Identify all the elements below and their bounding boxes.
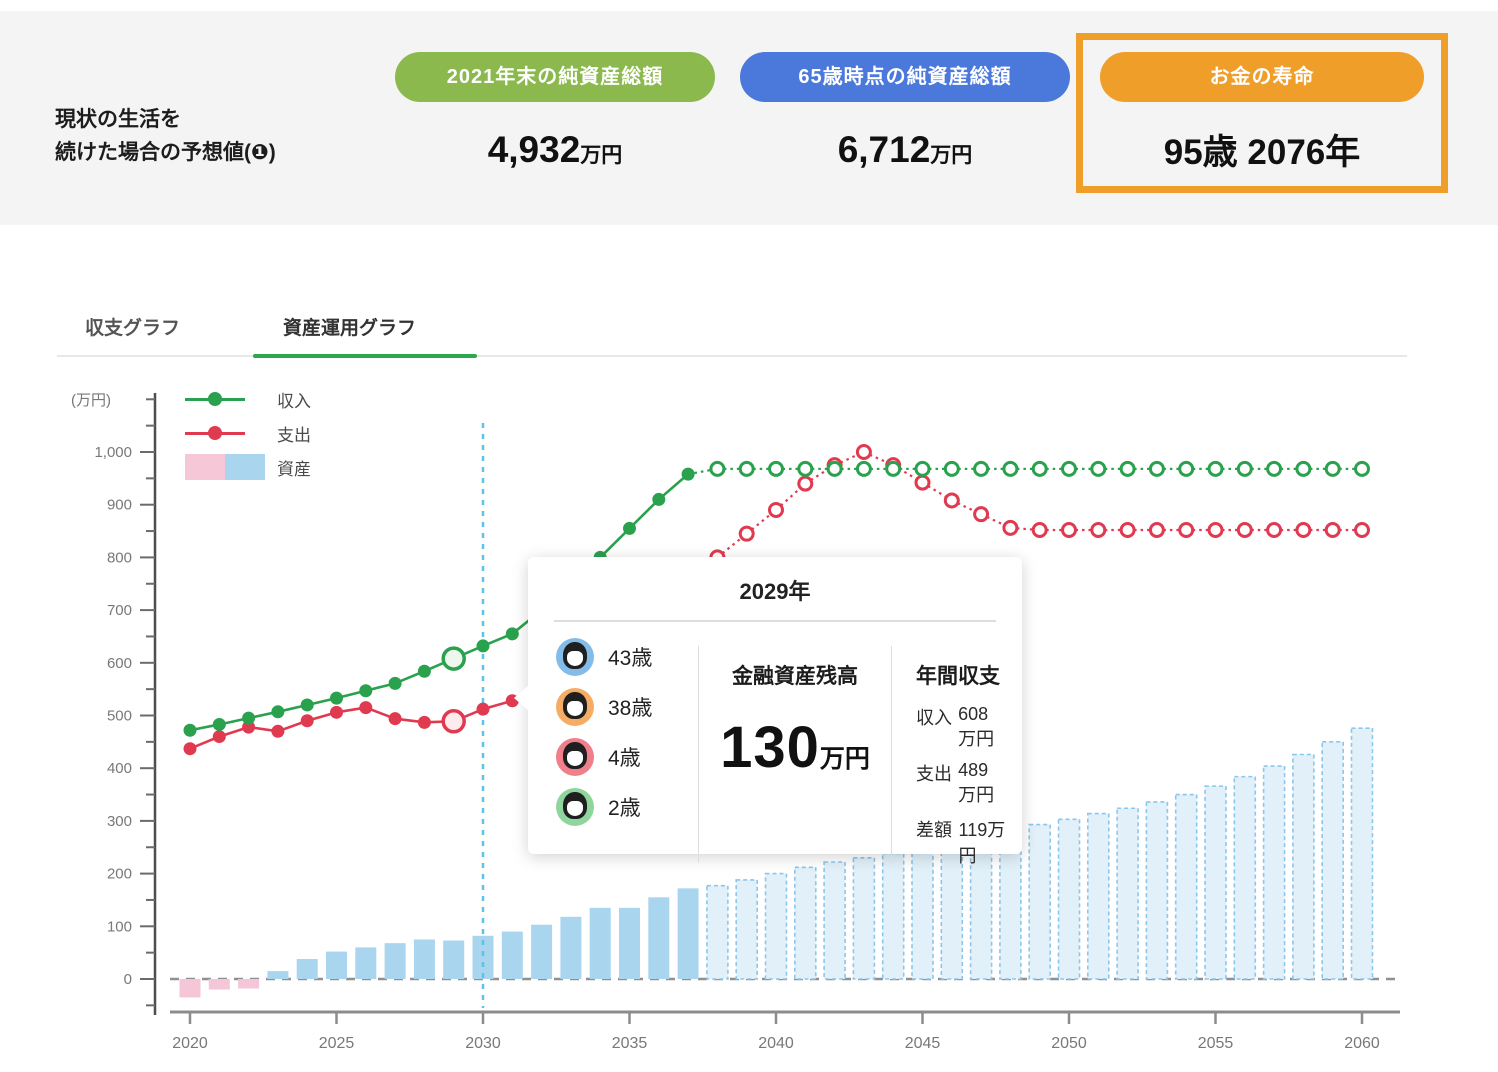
member-age: 2歳 — [608, 797, 641, 820]
svg-text:2035: 2035 — [612, 1035, 648, 1052]
svg-text:600: 600 — [107, 655, 132, 672]
financial-balance-panel: 金融資産残高 130万円 — [699, 638, 891, 877]
tooltip-year-title: 2029年 — [739, 579, 811, 604]
legend-income: 収入 — [185, 382, 311, 416]
legend-assets-label: 資産 — [277, 459, 311, 479]
svg-text:1,000: 1,000 — [94, 444, 132, 461]
asset-bar-swatch-icon — [185, 454, 265, 480]
legend-assets: 資産 — [185, 450, 311, 484]
balance-value: 130万円 — [699, 714, 891, 781]
svg-text:2040: 2040 — [758, 1035, 794, 1052]
tab-income-expense-graph[interactable]: 収支グラフ — [85, 313, 180, 340]
active-tab-underline — [253, 354, 477, 358]
money-lifespan-badge: お金の寿命 — [1100, 52, 1424, 102]
family-member-row: 43歳 — [556, 638, 698, 676]
annual-income-label: 収入 — [916, 708, 952, 728]
annual-balance-panel: 年間収支 収入 608万円 支出 489万円 差額 119万円 — [892, 638, 1006, 877]
balance-number: 130 — [720, 715, 820, 780]
baby-avatar — [556, 788, 594, 826]
family-member-row: 4歳 — [556, 738, 698, 776]
asset-negative-swatch-icon — [185, 454, 225, 480]
member-age: 4歳 — [608, 747, 641, 770]
balance-unit: 万円 — [819, 745, 870, 773]
networth-65-badge: 65歳時点の純資産総額 — [740, 52, 1070, 102]
annual-diff-label: 差額 — [916, 820, 952, 840]
networth-2021-unit: 万円 — [580, 144, 623, 167]
x-axis: 2020 2025 2030 2035 2040 2045 2050 2055 2060 — [170, 1010, 1400, 1052]
tooltip-body: 43歳 38歳 4歳 2歳 金融資産残高 130万円 年間収支 収入 608万円… — [528, 622, 1022, 877]
daughter-avatar — [556, 738, 594, 776]
svg-text:500: 500 — [107, 708, 132, 725]
avatar-face-icon — [567, 801, 583, 816]
svg-text:2050: 2050 — [1051, 1035, 1087, 1052]
annual-expense-row: 支出 489万円 — [916, 760, 1006, 807]
graph-tabs: 収支グラフ 資産運用グラフ — [57, 300, 1407, 358]
scenario-label: 現状の生活を 続けた場合の予想値(❶) — [55, 103, 276, 169]
networth-2021-number: 4,932 — [487, 129, 581, 170]
asset-positive-swatch-icon — [225, 454, 265, 480]
family-member-row: 2歳 — [556, 788, 698, 826]
expense-line-swatch-icon — [185, 425, 245, 440]
stat-networth-65: 65歳時点の純資産総額 6,712万円 — [740, 52, 1070, 171]
svg-text:2055: 2055 — [1198, 1035, 1234, 1052]
avatar-face-icon — [567, 751, 583, 766]
svg-text:2045: 2045 — [905, 1035, 941, 1052]
summary-header: 現状の生活を 続けた場合の予想値(❶) 2021年末の純資産総額 4,932万円… — [0, 11, 1498, 225]
legend-expense: 支出 — [185, 416, 311, 450]
svg-text:900: 900 — [107, 497, 132, 514]
legend-expense-label: 支出 — [277, 425, 311, 445]
networth-2021-value: 4,932万円 — [395, 129, 715, 171]
tab-asset-management-graph[interactable]: 資産運用グラフ — [283, 313, 416, 340]
legend-income-label: 収入 — [277, 391, 311, 411]
networth-2021-badge: 2021年末の純資産総額 — [395, 52, 715, 102]
svg-text:2060: 2060 — [1344, 1035, 1380, 1052]
money-lifespan-value: 95歳 2076年 — [1163, 133, 1361, 172]
balance-label: 金融資産残高 — [732, 665, 858, 688]
asset-simulation-page: 現状の生活を 続けた場合の予想値(❶) 2021年末の純資産総額 4,932万円… — [0, 0, 1498, 1072]
chart-legend: 収入 支出 資産 — [185, 382, 311, 484]
family-member-row: 38歳 — [556, 688, 698, 726]
svg-text:400: 400 — [107, 760, 132, 777]
scenario-label-line2: 続けた場合の予想値(❶) — [55, 141, 276, 164]
annual-diff-value: 119万円 — [958, 820, 1006, 866]
avatar-face-icon — [567, 651, 583, 666]
networth-65-value: 6,712万円 — [740, 129, 1070, 171]
annual-income-row: 収入 608万円 — [916, 704, 1006, 751]
networth-65-number: 6,712 — [837, 129, 931, 170]
svg-text:0: 0 — [124, 971, 132, 988]
svg-text:2025: 2025 — [319, 1035, 355, 1052]
tooltip-arrow-icon — [514, 685, 529, 711]
father-avatar — [556, 638, 594, 676]
svg-text:2020: 2020 — [172, 1035, 208, 1052]
year-tooltip: 2029年 43歳 38歳 4歳 2歳 金融資産残高 130万円 年間収支 収入… — [514, 557, 1022, 866]
annual-expense-value: 489万円 — [958, 760, 995, 805]
income-line-swatch-icon — [185, 391, 245, 406]
annual-diff-row: 差額 119万円 — [916, 816, 1006, 868]
mother-avatar — [556, 688, 594, 726]
annual-expense-label: 支出 — [916, 764, 952, 784]
svg-text:700: 700 — [107, 602, 132, 619]
family-ages-list: 43歳 38歳 4歳 2歳 — [556, 638, 698, 877]
svg-text:200: 200 — [107, 866, 132, 883]
annual-income-value: 608万円 — [958, 704, 995, 749]
annual-label: 年間収支 — [916, 665, 1000, 688]
member-age: 43歳 — [608, 647, 653, 670]
networth-65-unit: 万円 — [930, 144, 973, 167]
svg-text:100: 100 — [107, 918, 132, 935]
money-lifespan-box: お金の寿命 95歳 2076年 — [1076, 33, 1448, 193]
member-age: 38歳 — [608, 697, 653, 720]
avatar-face-icon — [567, 701, 583, 716]
y-axis: 0 100 200 300 400 500 600 700 800 900 1,000 — [94, 393, 157, 1015]
svg-text:2030: 2030 — [465, 1035, 501, 1052]
scenario-label-line1: 現状の生活を — [55, 108, 181, 131]
svg-text:300: 300 — [107, 813, 132, 830]
svg-text:800: 800 — [107, 549, 132, 566]
stat-networth-2021: 2021年末の純資産総額 4,932万円 — [395, 52, 715, 171]
